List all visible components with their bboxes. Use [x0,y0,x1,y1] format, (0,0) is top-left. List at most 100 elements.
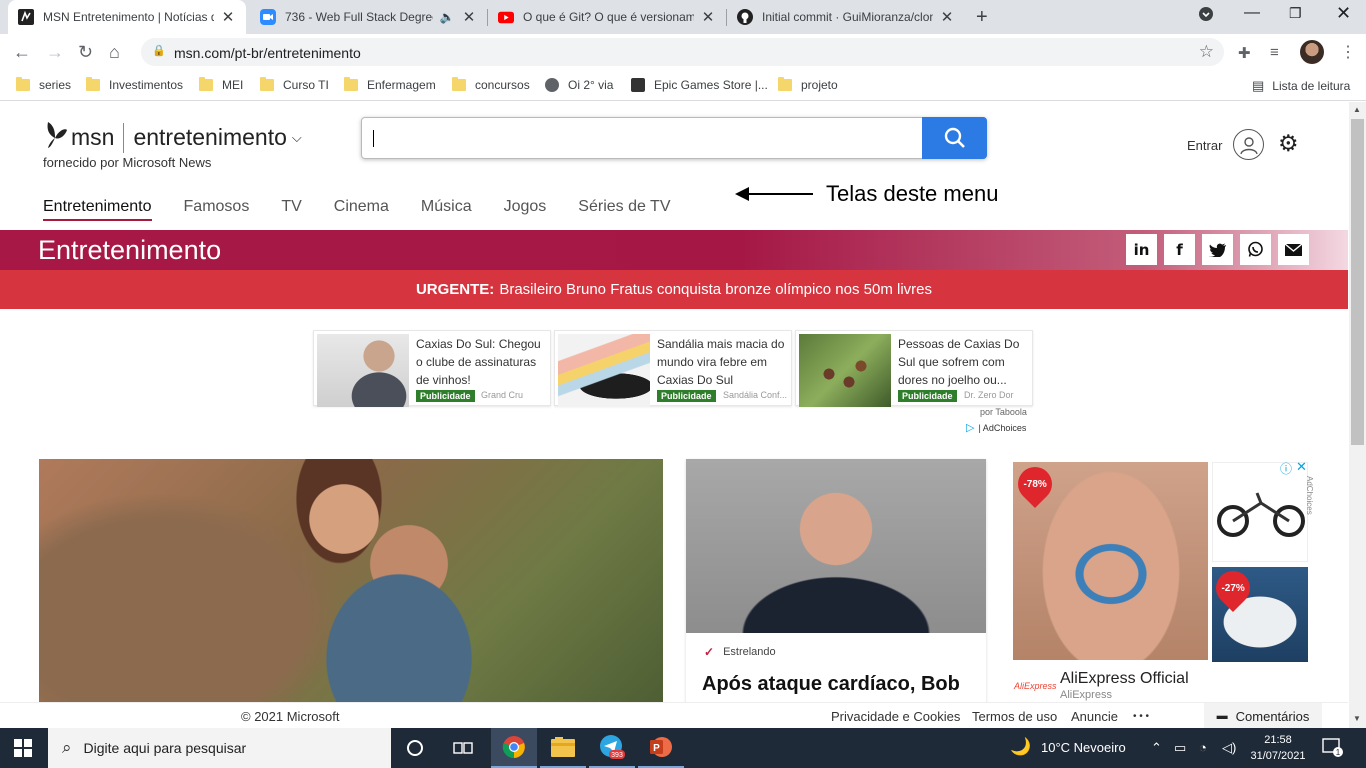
reading-list[interactable]: ▤ Lista de leitura [1252,78,1350,94]
search-input[interactable] [361,117,987,159]
menu-item-famosos[interactable]: Famosos [184,198,250,221]
close-tab-icon[interactable]: ✕ [461,8,477,26]
lock-icon[interactable]: 🔒 [152,44,166,57]
info-icon[interactable]: ⓘ [1280,460,1292,477]
url-text[interactable]: msn.com/pt-br/entretenimento [174,45,361,61]
privacy-link[interactable]: Privacidade e Cookies [831,709,960,724]
ad-text[interactable]: Sandália mais macia do mundo vira febre … [657,335,789,389]
chevron-up-icon[interactable]: ⌃ [1151,740,1162,756]
chevron-down-icon[interactable]: ⌵ [292,130,302,146]
menu-item-jogos[interactable]: Jogos [504,198,547,221]
bookmark-oi[interactable]: Oi 2° via [545,78,613,92]
menu-kebab-icon[interactable]: ⋮ [1340,42,1356,62]
user-icon[interactable] [1233,129,1264,160]
bookmark-star-icon[interactable]: ☆ [1199,42,1214,62]
chrome-taskbar-icon[interactable] [491,728,537,768]
bookmark-mei[interactable]: MEI [199,77,243,92]
bookmark-investimentos[interactable]: Investimentos [86,77,183,92]
page-scrollbar[interactable]: ▲ ▼ [1349,102,1366,728]
wifi-icon[interactable]: ◔ [1199,740,1207,755]
bookmark-curso-ti[interactable]: Curso TI [260,77,329,92]
bookmark-series[interactable]: series [16,77,71,92]
telegram-icon[interactable]: 393 [589,728,635,768]
restore-button[interactable]: ❐ [1289,5,1302,22]
menu-item-series[interactable]: Séries de TV [578,198,670,221]
ad-text[interactable]: Pessoas de Caxias Do Sul que sofrem com … [898,335,1030,389]
signin-link[interactable]: Entrar [1187,138,1222,153]
terms-link[interactable]: Termos de uso [972,709,1057,724]
tab-github[interactable]: Initial commit · GuiMioranza/clon ✕ [727,0,965,34]
system-clock[interactable]: 21:58 31/07/2021 [1250,732,1306,764]
story-headline[interactable]: Após ataque cardíaco, Bob [702,673,960,696]
close-ad-icon[interactable]: ✕ [1296,459,1307,475]
media-control-icon[interactable]: ≡ [1270,44,1279,61]
menu-item-musica[interactable]: Música [421,198,472,221]
more-icon[interactable]: • • • [1133,711,1149,722]
twitter-icon[interactable] [1202,234,1233,265]
tab-search-icon[interactable] [1198,6,1214,27]
gear-icon[interactable]: ⚙ [1278,130,1299,157]
adchoices-link[interactable]: ▷ | AdChoices [966,421,1026,434]
weather-moon-icon[interactable]: 🌙 [1010,737,1031,757]
forward-button[interactable]: → [46,42,64,62]
sponsored-card[interactable]: Pessoas de Caxias Do Sul que sofrem com … [795,330,1033,407]
back-button[interactable]: ← [13,42,31,62]
battery-icon[interactable]: ▭ [1174,740,1186,756]
powerpoint-icon[interactable]: P [638,728,684,768]
close-window-button[interactable]: ✕ [1336,3,1351,24]
mail-icon[interactable] [1278,234,1309,265]
hero-story-image[interactable] [39,459,663,702]
extensions-icon[interactable]: ✚ [1238,44,1251,62]
scroll-down-icon[interactable]: ▼ [1353,714,1361,723]
urgent-news-bar[interactable]: URGENTE: Brasileiro Bruno Fratus conquis… [0,270,1348,309]
file-explorer-icon[interactable] [540,728,586,768]
whatsapp-icon[interactable] [1240,234,1271,265]
volume-icon[interactable]: ◁) [1222,740,1236,756]
cortana-icon[interactable] [392,728,438,768]
ad-brand[interactable]: AliExpress Official [1060,670,1189,688]
reload-button[interactable]: ↻ [78,42,93,62]
scroll-up-icon[interactable]: ▲ [1353,105,1361,114]
taboola-label[interactable]: por Taboola [980,407,1027,417]
new-tab-button[interactable]: + [976,6,988,29]
scroll-thumb[interactable] [1351,119,1364,445]
weather-text[interactable]: 10°C Nevoeiro [1041,740,1126,755]
task-view-icon[interactable] [440,728,486,768]
sponsored-card[interactable]: Caxias Do Sul: Chegou o clube de assinat… [313,330,551,407]
section-title[interactable]: entretenimento [133,124,286,151]
close-tab-icon[interactable]: ✕ [220,8,236,26]
msn-logo[interactable]: msn entretenimento ⌵ [43,120,302,155]
home-button[interactable]: ⌂ [109,42,120,62]
search-button[interactable] [922,117,987,159]
taskbar-search-placeholder[interactable]: Digite aqui para pesquisar [84,740,247,756]
tab-zoom[interactable]: 736 - Web Full Stack Degree 🔈 ✕ [250,0,487,34]
address-bar[interactable]: 🔒 msn.com/pt-br/entretenimento ☆ [141,38,1224,66]
urgent-text[interactable]: Brasileiro Bruno Fratus conquista bronze… [499,281,932,298]
menu-item-tv[interactable]: TV [281,198,301,221]
bookmark-projeto[interactable]: projeto [778,77,838,92]
speaker-icon[interactable]: 🔈 [439,10,455,24]
adchoices-vertical-label[interactable]: AdChoices [1305,476,1314,515]
close-tab-icon[interactable]: ✕ [939,8,955,26]
windows-start-icon[interactable] [14,739,32,757]
linkedin-icon[interactable]: in [1126,234,1157,265]
bookmark-concursos[interactable]: concursos [452,77,530,92]
menu-item-entretenimento[interactable]: Entretenimento [43,198,152,221]
story-card[interactable]: ✓ Estrelando Após ataque cardíaco, Bob [686,459,986,702]
taskbar-search[interactable]: ⌕ Digite aqui para pesquisar [48,728,391,768]
bookmark-enfermagem[interactable]: Enfermagem [344,77,436,92]
facebook-icon[interactable]: f [1164,234,1195,265]
comments-button[interactable]: ▬ Comentários [1204,703,1322,729]
ad-text[interactable]: Caxias Do Sul: Chegou o clube de assinat… [416,335,548,389]
advertise-link[interactable]: Anuncie [1071,709,1118,724]
minimize-button[interactable]: — [1244,4,1260,22]
notifications-icon[interactable]: 1 [1322,738,1344,761]
close-tab-icon[interactable]: ✕ [700,8,716,26]
tab-youtube[interactable]: O que é Git? O que é versioname ✕ [488,0,726,34]
display-ad[interactable]: -78% -27% AliExpress AliExpress Official… [1010,459,1310,702]
profile-avatar[interactable] [1300,40,1324,64]
tab-msn[interactable]: MSN Entretenimento | Notícias d ✕ [8,0,246,34]
sponsored-card[interactable]: Sandália mais macia do mundo vira febre … [554,330,792,407]
bookmark-epic[interactable]: Epic Games Store |... [631,78,768,92]
menu-item-cinema[interactable]: Cinema [334,198,389,221]
